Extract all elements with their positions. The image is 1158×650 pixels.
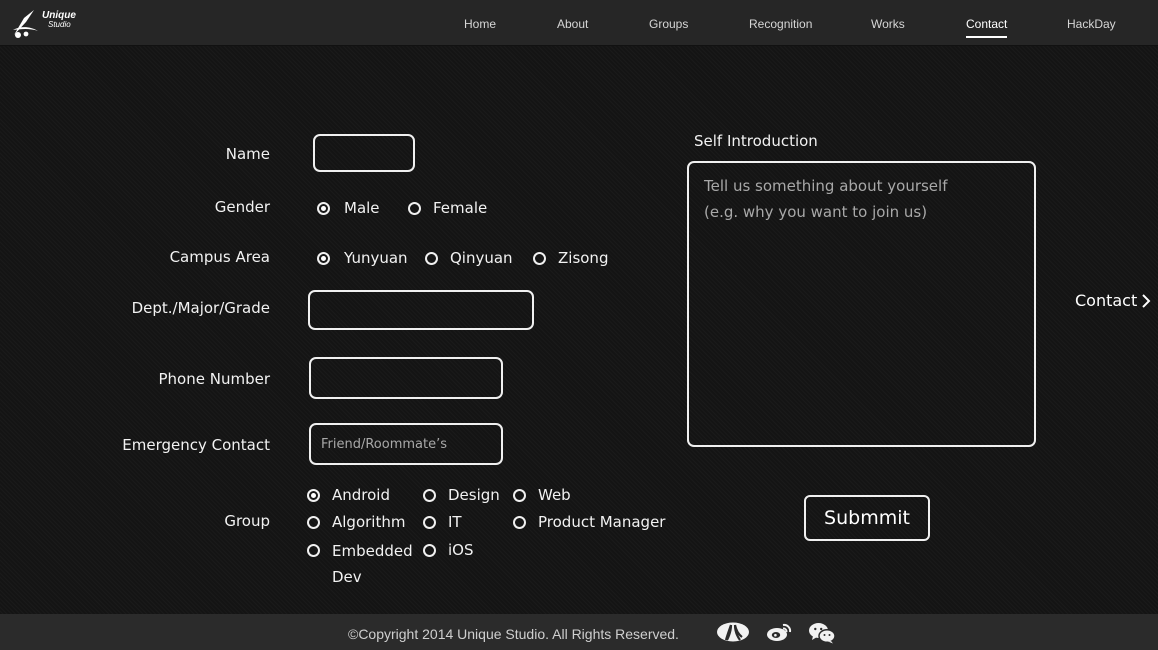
radio-selected-icon — [307, 488, 320, 502]
radio-unselected-icon — [513, 488, 526, 502]
group-label: Group — [224, 512, 270, 530]
group-it-label: IT — [448, 513, 462, 531]
gender-male-radio[interactable]: Male — [317, 198, 380, 218]
contact-side-link[interactable]: Contact — [1075, 291, 1151, 310]
name-label: Name — [225, 145, 270, 163]
submit-button[interactable]: Submmit — [804, 495, 930, 541]
contact-side-link-label: Contact — [1075, 291, 1138, 310]
gender-label: Gender — [214, 198, 270, 216]
group-embedded-dev-radio[interactable]: Embedded Dev — [307, 541, 418, 590]
nav-works[interactable]: Works — [871, 17, 905, 31]
chevron-right-icon — [1142, 293, 1151, 308]
radio-unselected-icon — [423, 488, 436, 502]
group-ios-label: iOS — [448, 541, 474, 559]
radio-unselected-icon — [307, 544, 320, 557]
dept-major-grade-label: Dept./Major/Grade — [131, 299, 270, 317]
nav-home[interactable]: Home — [464, 17, 496, 31]
radio-selected-icon — [317, 201, 330, 215]
dept-major-grade-input[interactable] — [308, 290, 534, 330]
phone-number-input[interactable] — [309, 357, 503, 399]
self-introduction-label: Self Introduction — [694, 132, 818, 150]
group-embedded-dev-label: Embedded Dev — [332, 542, 413, 586]
radio-unselected-icon — [513, 515, 526, 529]
campus-yunyuan-radio[interactable]: Yunyuan — [317, 248, 408, 268]
radio-selected-icon — [317, 251, 330, 265]
nav-about[interactable]: About — [557, 17, 588, 31]
nav-recognition[interactable]: Recognition — [749, 17, 812, 31]
campus-area-label: Campus Area — [169, 248, 270, 266]
top-navigation-bar: Unique Studio Home About Groups Recognit… — [0, 0, 1158, 46]
nav-groups[interactable]: Groups — [649, 17, 688, 31]
nav-contact[interactable]: Contact — [966, 17, 1008, 38]
nav-hackday[interactable]: HackDay — [1067, 17, 1116, 31]
campus-zisong-label: Zisong — [558, 249, 609, 267]
group-design-label: Design — [448, 486, 500, 504]
campus-yunyuan-label: Yunyuan — [344, 249, 408, 267]
group-product-manager-label: Product Manager — [538, 513, 666, 531]
weibo-icon[interactable] — [766, 622, 792, 642]
gender-male-label: Male — [344, 199, 380, 217]
group-algorithm-radio[interactable]: Algorithm — [307, 512, 405, 532]
gender-female-label: Female — [433, 199, 488, 217]
group-android-label: Android — [332, 486, 390, 504]
group-web-radio[interactable]: Web — [513, 485, 571, 505]
radio-unselected-icon — [423, 543, 436, 557]
radio-unselected-icon — [425, 251, 438, 265]
emergency-contact-label: Emergency Contact — [122, 436, 270, 454]
brand-logo[interactable]: Unique Studio — [12, 8, 76, 38]
wechat-icon[interactable] — [808, 622, 836, 644]
group-ios-radio[interactable]: iOS — [423, 540, 474, 560]
phone-number-label: Phone Number — [158, 370, 271, 388]
logo-mark-icon — [13, 10, 38, 38]
group-android-radio[interactable]: Android — [307, 485, 390, 505]
radio-unselected-icon — [307, 515, 320, 529]
footer: ©Copyright 2014 Unique Studio. All Right… — [0, 614, 1158, 650]
group-it-radio[interactable]: IT — [423, 512, 462, 532]
copyright-text: ©Copyright 2014 Unique Studio. All Right… — [348, 626, 679, 642]
self-introduction-textarea[interactable] — [687, 161, 1036, 447]
campus-qinyuan-label: Qinyuan — [450, 249, 513, 267]
radio-unselected-icon — [533, 251, 546, 265]
group-product-manager-radio[interactable]: Product Manager — [513, 512, 665, 532]
campus-zisong-radio[interactable]: Zisong — [533, 248, 608, 268]
radio-unselected-icon — [423, 515, 436, 529]
gender-female-radio[interactable]: Female — [408, 198, 487, 218]
emergency-contact-input[interactable] — [309, 423, 503, 465]
brand-line-2: Studio — [48, 20, 71, 29]
name-input[interactable] — [313, 134, 415, 172]
brand-wordmark: Unique Studio — [42, 11, 76, 30]
campus-qinyuan-radio[interactable]: Qinyuan — [425, 248, 513, 268]
group-web-label: Web — [538, 486, 571, 504]
radio-unselected-icon — [408, 201, 421, 215]
group-design-radio[interactable]: Design — [423, 485, 500, 505]
group-algorithm-label: Algorithm — [332, 513, 406, 531]
renren-icon[interactable] — [716, 622, 750, 642]
